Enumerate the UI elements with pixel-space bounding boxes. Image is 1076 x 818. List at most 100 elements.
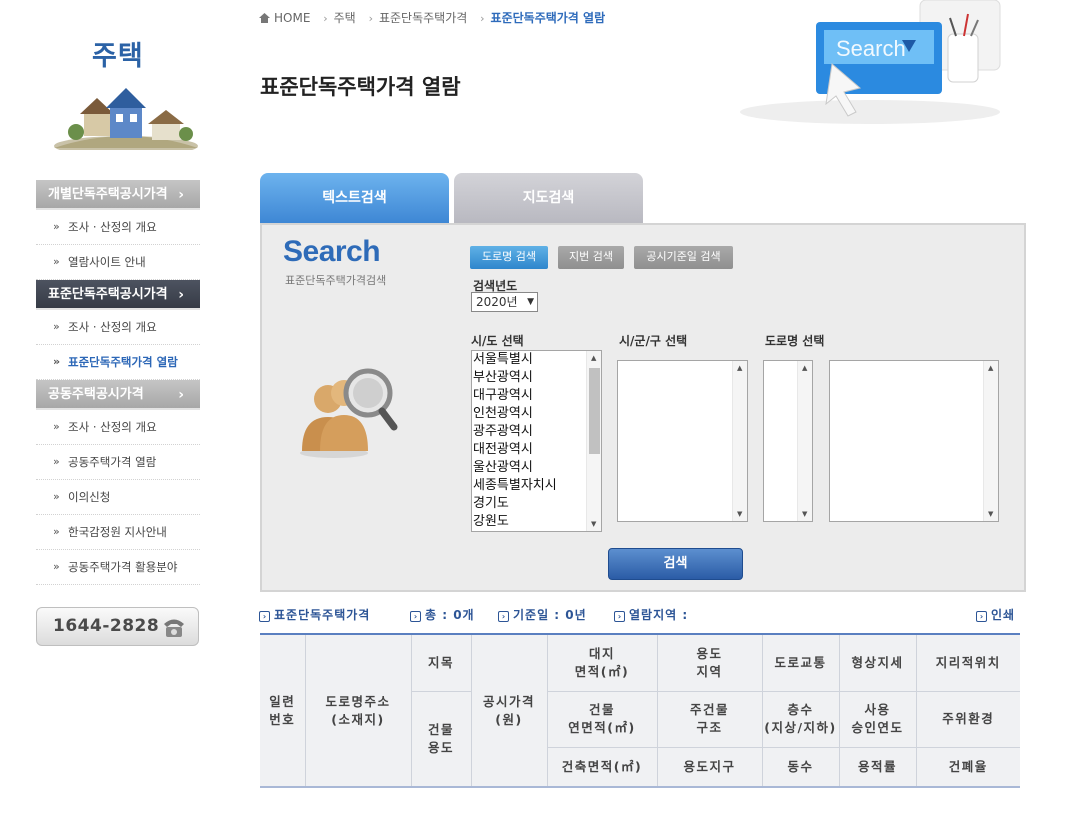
- page-title: 표준단독주택가격 열람: [260, 75, 461, 99]
- chevron-right-icon: ›: [178, 387, 184, 403]
- scroll-down-icon[interactable]: ▼: [591, 520, 596, 528]
- menu-head-standard-price[interactable]: 표준단독주택공시가격 ›: [36, 280, 200, 310]
- sido-option[interactable]: 대구광역시: [472, 387, 601, 405]
- scroll-up-icon[interactable]: ▲: [802, 364, 807, 372]
- base-date-search-button[interactable]: 공시기준일 검색: [634, 246, 733, 269]
- info-total: › 총 : 0개: [410, 606, 475, 623]
- sido-option[interactable]: 부산광역시: [472, 369, 601, 387]
- search-panel: Search 표준단독주택가격검색 도로명 검색 지번 검색 공시기준일 검색 …: [260, 223, 1026, 592]
- print-link[interactable]: › 인쇄: [976, 606, 1015, 623]
- road-name-listbox[interactable]: ▲ ▼: [829, 360, 999, 522]
- menu-item-survey-overview-1[interactable]: 조사 · 산정의 개요: [36, 210, 200, 245]
- sido-option[interactable]: 강원도: [472, 513, 601, 531]
- scroll-down-icon[interactable]: ▼: [802, 510, 807, 518]
- sigungu-scrollbar[interactable]: ▲ ▼: [732, 361, 747, 521]
- menu-item-survey-overview-2[interactable]: 조사 · 산정의 개요: [36, 310, 200, 345]
- menu-item-usage-field[interactable]: 공동주택가격 활용분야: [36, 550, 200, 585]
- chevron-right-icon: ›: [323, 12, 328, 25]
- print-link-text: 인쇄: [991, 608, 1016, 622]
- menu-item-apartment-price-view[interactable]: 공동주택가격 열람: [36, 445, 200, 480]
- road-name-search-button[interactable]: 도로명 검색: [470, 246, 548, 269]
- scroll-down-icon[interactable]: ▼: [737, 510, 742, 518]
- sido-scrollbar[interactable]: ▲ ▼: [586, 351, 601, 531]
- lot-number-search-button[interactable]: 지번 검색: [558, 246, 624, 269]
- breadcrumb-current: 표준단독주택가격 열람: [490, 11, 606, 25]
- info-title: › 표준단독주택가격: [259, 606, 370, 623]
- road-initial-listbox[interactable]: ▲ ▼: [763, 360, 813, 522]
- road-initial-scrollbar[interactable]: ▲ ▼: [797, 361, 812, 521]
- scroll-thumb[interactable]: [589, 368, 600, 454]
- header-search-illustration: Search: [740, 0, 1001, 124]
- box-arrow-icon: ›: [976, 611, 987, 622]
- menu-item-branch-info[interactable]: 한국감정원 지사안내: [36, 515, 200, 550]
- menu-head-individual-price[interactable]: 개별단독주택공시가격 ›: [36, 180, 200, 210]
- th-building-area: 건축면적(㎡): [547, 746, 658, 788]
- search-submit-button[interactable]: 검색: [608, 548, 743, 580]
- scroll-up-icon[interactable]: ▲: [737, 364, 742, 372]
- sido-option[interactable]: 서울특별시: [472, 351, 601, 369]
- th-district: 용도지구: [656, 746, 763, 788]
- breadcrumb-housing[interactable]: 주택: [334, 11, 356, 25]
- road-label: 도로명 선택: [765, 334, 825, 348]
- sidebar-title: 주택: [92, 41, 144, 72]
- sido-option[interactable]: 경기도: [472, 495, 601, 513]
- sido-label: 시/도 선택: [471, 334, 524, 348]
- search-logo-subtitle: 표준단독주택가격검색: [285, 274, 387, 287]
- telephone-icon: [164, 619, 184, 637]
- sigungu-listbox[interactable]: ▲ ▼: [617, 360, 748, 522]
- box-arrow-icon: ›: [259, 611, 270, 622]
- th-location: 지리적위치: [915, 633, 1020, 692]
- th-far: 용적률: [838, 746, 917, 788]
- chevron-right-icon: ›: [480, 12, 485, 25]
- sido-option[interactable]: 세종특별자치시: [472, 477, 601, 495]
- th-serial: 일련 번호: [260, 633, 306, 788]
- menu-head-label: 개별단독주택공시가격: [48, 187, 168, 202]
- th-surround: 주위환경: [915, 690, 1020, 748]
- person-magnifier-illustration: [300, 368, 398, 458]
- breadcrumb-home[interactable]: HOME: [274, 11, 310, 25]
- sido-option[interactable]: 울산광역시: [472, 459, 601, 477]
- th-bcr: 건폐율: [915, 746, 1020, 788]
- chevron-right-icon: ›: [178, 287, 184, 303]
- phone-banner: 1644-2828: [36, 607, 199, 646]
- menu-item-standard-price-view[interactable]: 표준단독주택가격 열람: [36, 345, 200, 380]
- year-select[interactable]: 2020년 ▼: [471, 292, 538, 312]
- year-select-value: 2020년: [476, 295, 518, 309]
- menu-head-label: 공동주택공시가격: [48, 387, 144, 402]
- chevron-right-icon: ›: [368, 12, 373, 25]
- chevron-down-icon: ▼: [527, 297, 534, 307]
- box-arrow-icon: ›: [498, 611, 509, 622]
- th-zone: 용도 지역: [656, 633, 763, 692]
- sido-option[interactable]: 인천광역시: [472, 405, 601, 423]
- th-land-area: 대지 면적(㎡): [546, 633, 658, 692]
- menu-head-apartment-price[interactable]: 공동주택공시가격 ›: [36, 380, 200, 410]
- header-illustration-text: Search: [836, 36, 906, 61]
- info-region-text: 열람지역 :: [629, 608, 689, 622]
- box-arrow-icon: ›: [410, 611, 421, 622]
- menu-item-viewing-site[interactable]: 열람사이트 안내: [36, 245, 200, 280]
- th-jimok: 지목: [410, 633, 472, 692]
- info-total-text: 총 : 0개: [425, 608, 475, 622]
- menu-head-label: 표준단독주택공시가격: [48, 287, 168, 302]
- phone-number: 1644-2828: [53, 616, 160, 636]
- info-region: › 열람지역 :: [614, 606, 688, 623]
- tab-text-search[interactable]: 텍스트검색: [260, 173, 449, 224]
- sido-option[interactable]: 대전광역시: [472, 441, 601, 459]
- result-table: 일련 번호 도로명주소 (소재지) 지목 공시가격 (원) 대지 면적(㎡) 용…: [260, 633, 1020, 788]
- th-address: 도로명주소 (소재지): [304, 633, 412, 788]
- road-name-scrollbar[interactable]: ▲ ▼: [983, 361, 998, 521]
- info-base-date-text: 기준일 : 0년: [513, 608, 587, 622]
- tab-map-search[interactable]: 지도검색: [454, 173, 643, 224]
- scroll-up-icon[interactable]: ▲: [988, 364, 993, 372]
- scroll-up-icon[interactable]: ▲: [591, 354, 596, 362]
- breadcrumb-standard-price[interactable]: 표준단독주택가격: [379, 11, 467, 25]
- menu-item-survey-overview-3[interactable]: 조사 · 산정의 개요: [36, 410, 200, 445]
- info-title-text: 표준단독주택가격: [274, 608, 371, 622]
- th-floor-area: 건물 연면적(㎡): [546, 690, 658, 748]
- info-base-date: › 기준일 : 0년: [498, 606, 587, 623]
- scroll-down-icon[interactable]: ▼: [988, 510, 993, 518]
- sido-option[interactable]: 광주광역시: [472, 423, 601, 441]
- sido-listbox[interactable]: 서울특별시 부산광역시 대구광역시 인천광역시 광주광역시 대전광역시 울산광역…: [471, 350, 602, 532]
- houses-illustration: [54, 88, 198, 150]
- menu-item-objection[interactable]: 이의신청: [36, 480, 200, 515]
